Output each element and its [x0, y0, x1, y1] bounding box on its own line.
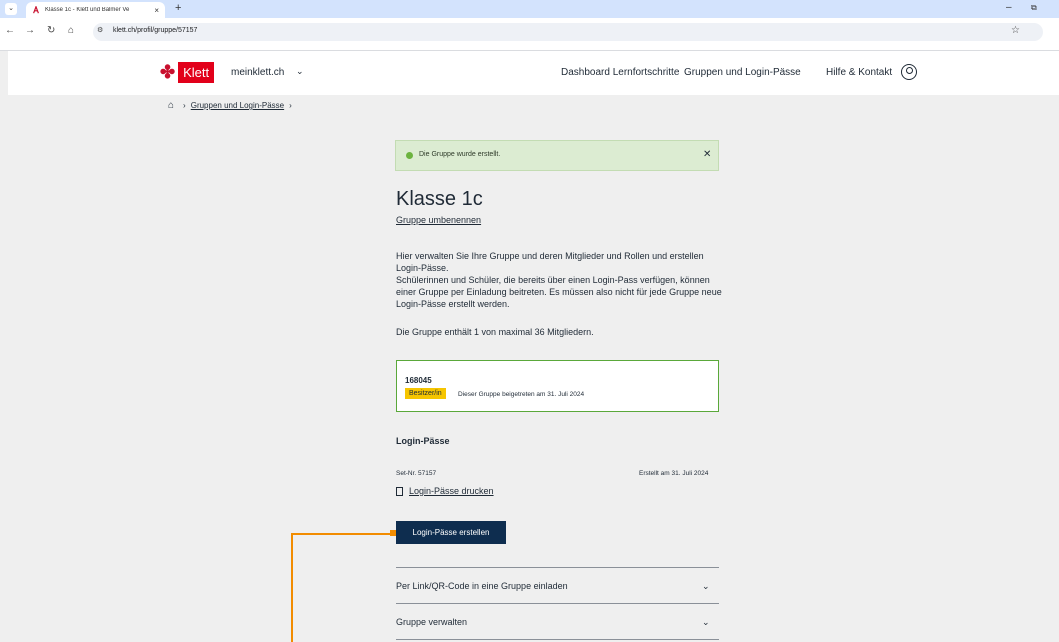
nav-dashboard[interactable]: Dashboard Lernfortschritte	[561, 67, 679, 78]
bookmark-star-icon[interactable]: ☆	[1011, 25, 1020, 36]
breadcrumb-groups[interactable]: Gruppen und Login-Pässe	[191, 101, 284, 110]
login-passes-heading: Login-Pässe	[396, 436, 450, 446]
member-id: 168045	[405, 376, 432, 385]
description-paragraph: Hier verwalten Sie Ihre Gruppe und deren…	[396, 251, 704, 273]
nav-groups[interactable]: Gruppen und Login-Pässe	[684, 67, 801, 78]
breadcrumb: ⌂ › Gruppen und Login-Pässe ›	[168, 100, 297, 111]
browser-tab[interactable]: Klasse 1c - Klett und Balmer Ve ×	[26, 2, 165, 18]
chevron-down-icon: ⌄	[702, 581, 710, 591]
annotation-line	[291, 533, 396, 535]
annotation-line	[291, 533, 293, 642]
back-arrow-icon[interactable]: ←	[5, 25, 15, 36]
set-number: Set-Nr. 57157	[396, 470, 437, 477]
logo-text: Klett	[178, 61, 215, 83]
success-icon	[406, 152, 413, 159]
browser-toolbar: ← → ↻ ⌂ ⚙ klett.ch/profil/gruppe/57157 ☆	[0, 18, 1059, 51]
klett-favicon-icon	[33, 6, 39, 14]
site-switcher[interactable]: meinklett.ch	[231, 67, 284, 78]
chevron-down-icon[interactable]: ⌄	[296, 66, 304, 77]
home-icon[interactable]: ⌂	[68, 25, 74, 36]
site-header: ✤ Klett meinklett.ch ⌄ Dashboard Lernfor…	[8, 51, 1059, 95]
home-icon[interactable]: ⌂	[168, 100, 174, 111]
tab-close-icon[interactable]: ×	[154, 6, 159, 15]
accordion-label: Per Link/QR-Code in eine Gruppe einladen	[396, 581, 568, 591]
divider	[396, 603, 719, 604]
site-info-icon[interactable]: ⚙	[97, 26, 103, 34]
window-restore-button[interactable]: ⧉	[1031, 3, 1037, 13]
window-minimize-button[interactable]: –	[1006, 2, 1012, 13]
url-text[interactable]: klett.ch/profil/gruppe/57157	[113, 27, 197, 34]
annotation-marker	[390, 530, 396, 536]
accordion-invite[interactable]: Per Link/QR-Code in eine Gruppe einladen…	[396, 571, 719, 601]
description-paragraph: Schülerinnen und Schüler, die bereits üb…	[396, 275, 722, 309]
new-tab-button[interactable]: +	[175, 2, 181, 14]
accordion-manage-group[interactable]: Gruppe verwalten ⌄	[396, 607, 719, 637]
nav-help[interactable]: Hilfe & Kontakt	[826, 67, 892, 78]
pdf-icon	[396, 486, 403, 496]
close-icon[interactable]: ✕	[703, 149, 711, 160]
klett-logo[interactable]: ✤ Klett	[160, 59, 215, 85]
divider	[396, 567, 719, 568]
alert-text: Die Gruppe wurde erstellt.	[419, 151, 501, 158]
page-title: Klasse 1c	[396, 188, 483, 210]
print-login-passes-link[interactable]: Login-Pässe drucken	[409, 486, 494, 496]
group-description: Hier verwalten Sie Ihre Gruppe und deren…	[396, 250, 726, 310]
page: ✤ Klett meinklett.ch ⌄ Dashboard Lernfor…	[8, 51, 1059, 642]
divider	[396, 639, 719, 640]
user-account-icon[interactable]	[901, 64, 917, 80]
created-date: Erstellt am 31. Juli 2024	[639, 470, 709, 477]
member-card: 168045 Besitzer/in Dieser Gruppe beigetr…	[396, 360, 719, 412]
accordion-label: Gruppe verwalten	[396, 617, 468, 627]
klett-logo-mark-icon: ✤	[160, 61, 176, 82]
address-bar[interactable]: ⚙ klett.ch/profil/gruppe/57157 ☆	[93, 23, 1043, 41]
rename-group-link[interactable]: Gruppe umbenennen	[396, 215, 481, 225]
breadcrumb-separator-icon: ›	[289, 101, 292, 110]
member-count: Die Gruppe enthält 1 von maximal 36 Mitg…	[396, 327, 594, 337]
forward-arrow-icon[interactable]: →	[25, 25, 35, 36]
reload-icon[interactable]: ↻	[47, 25, 55, 36]
role-badge: Besitzer/in	[405, 388, 446, 399]
breadcrumb-separator-icon: ›	[183, 101, 186, 110]
print-login-passes-row[interactable]: Login-Pässe drucken	[396, 486, 494, 496]
browser-tab-bar: ⌄ Klasse 1c - Klett und Balmer Ve × + – …	[0, 0, 1059, 18]
tab-title: Klasse 1c - Klett und Balmer Ve	[45, 7, 130, 13]
chevron-down-icon: ⌄	[702, 617, 710, 627]
joined-date: Dieser Gruppe beigetreten am 31. Juli 20…	[458, 391, 585, 398]
tab-search-icon[interactable]: ⌄	[5, 3, 17, 15]
create-login-passes-button[interactable]: Login-Pässe erstellen	[396, 521, 506, 544]
success-alert: Die Gruppe wurde erstellt. ✕	[395, 140, 719, 171]
